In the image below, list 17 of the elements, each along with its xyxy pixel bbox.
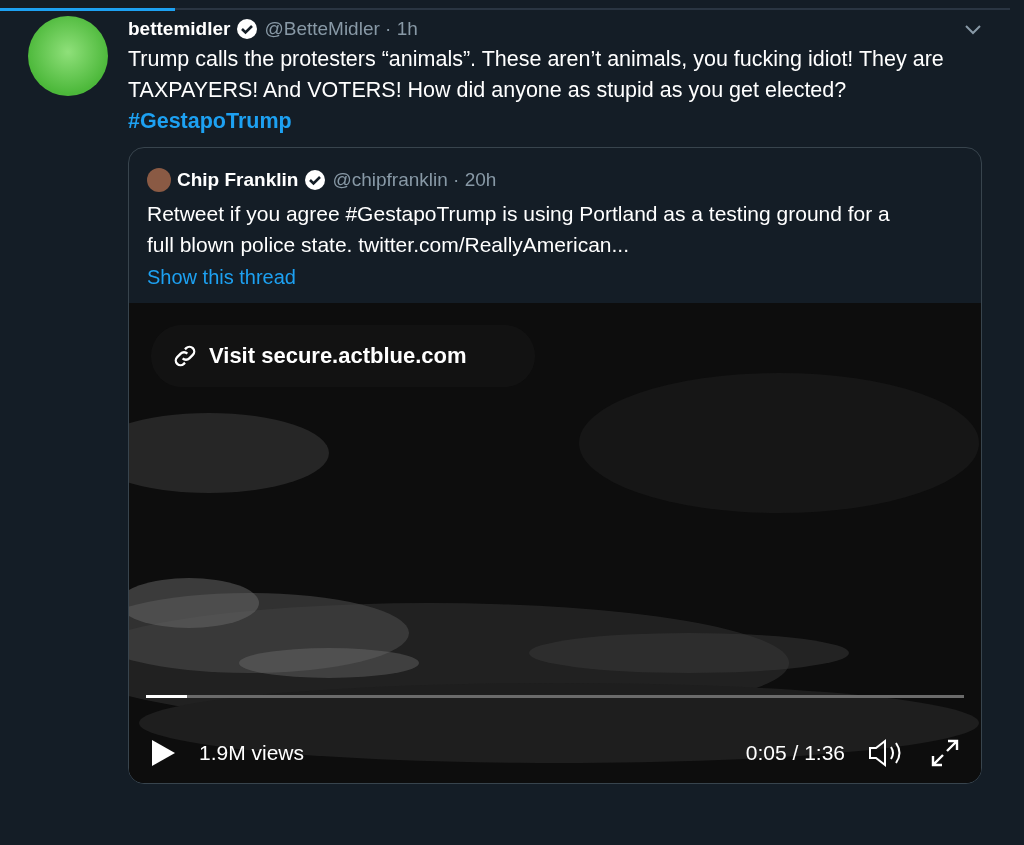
author-handle: @BetteMidler · 1h [264,18,419,40]
visit-link-button[interactable]: Visit secure.actblue.com [151,325,535,387]
play-icon[interactable] [149,738,177,768]
quoted-tweet-text: Retweet if you agree #GestapoTrump is using Portland as a testing ground for a full blown police state. twitter.com/ReallyAmerican... [146,201,891,258]
view-count: 1.9M views [199,741,306,765]
quoted-tweet-card[interactable] [128,147,982,784]
show-thread-link[interactable]: Show this thread [147,266,296,289]
video-time: 0:05 / 1:36 [745,741,845,765]
hashtag-link[interactable]: #GestapoTrump [128,109,292,133]
avatar [147,168,171,192]
author-name: Chip Franklin [177,169,299,191]
tweet-text: Trump calls the protesters “animals”. These aren’t animals, you fucking idiot! They are TAXPAYERS! And VOTERS! How did anyone as stupid as you get elected? #GestapoTrump [128,46,945,135]
video-progress-track[interactable] [146,695,964,698]
author-handle: @chipfranklin · 20h [332,169,498,191]
author-name[interactable]: bettemidler [128,18,231,40]
chevron-down-icon[interactable] [964,23,982,35]
fullscreen-icon[interactable] [929,737,961,769]
